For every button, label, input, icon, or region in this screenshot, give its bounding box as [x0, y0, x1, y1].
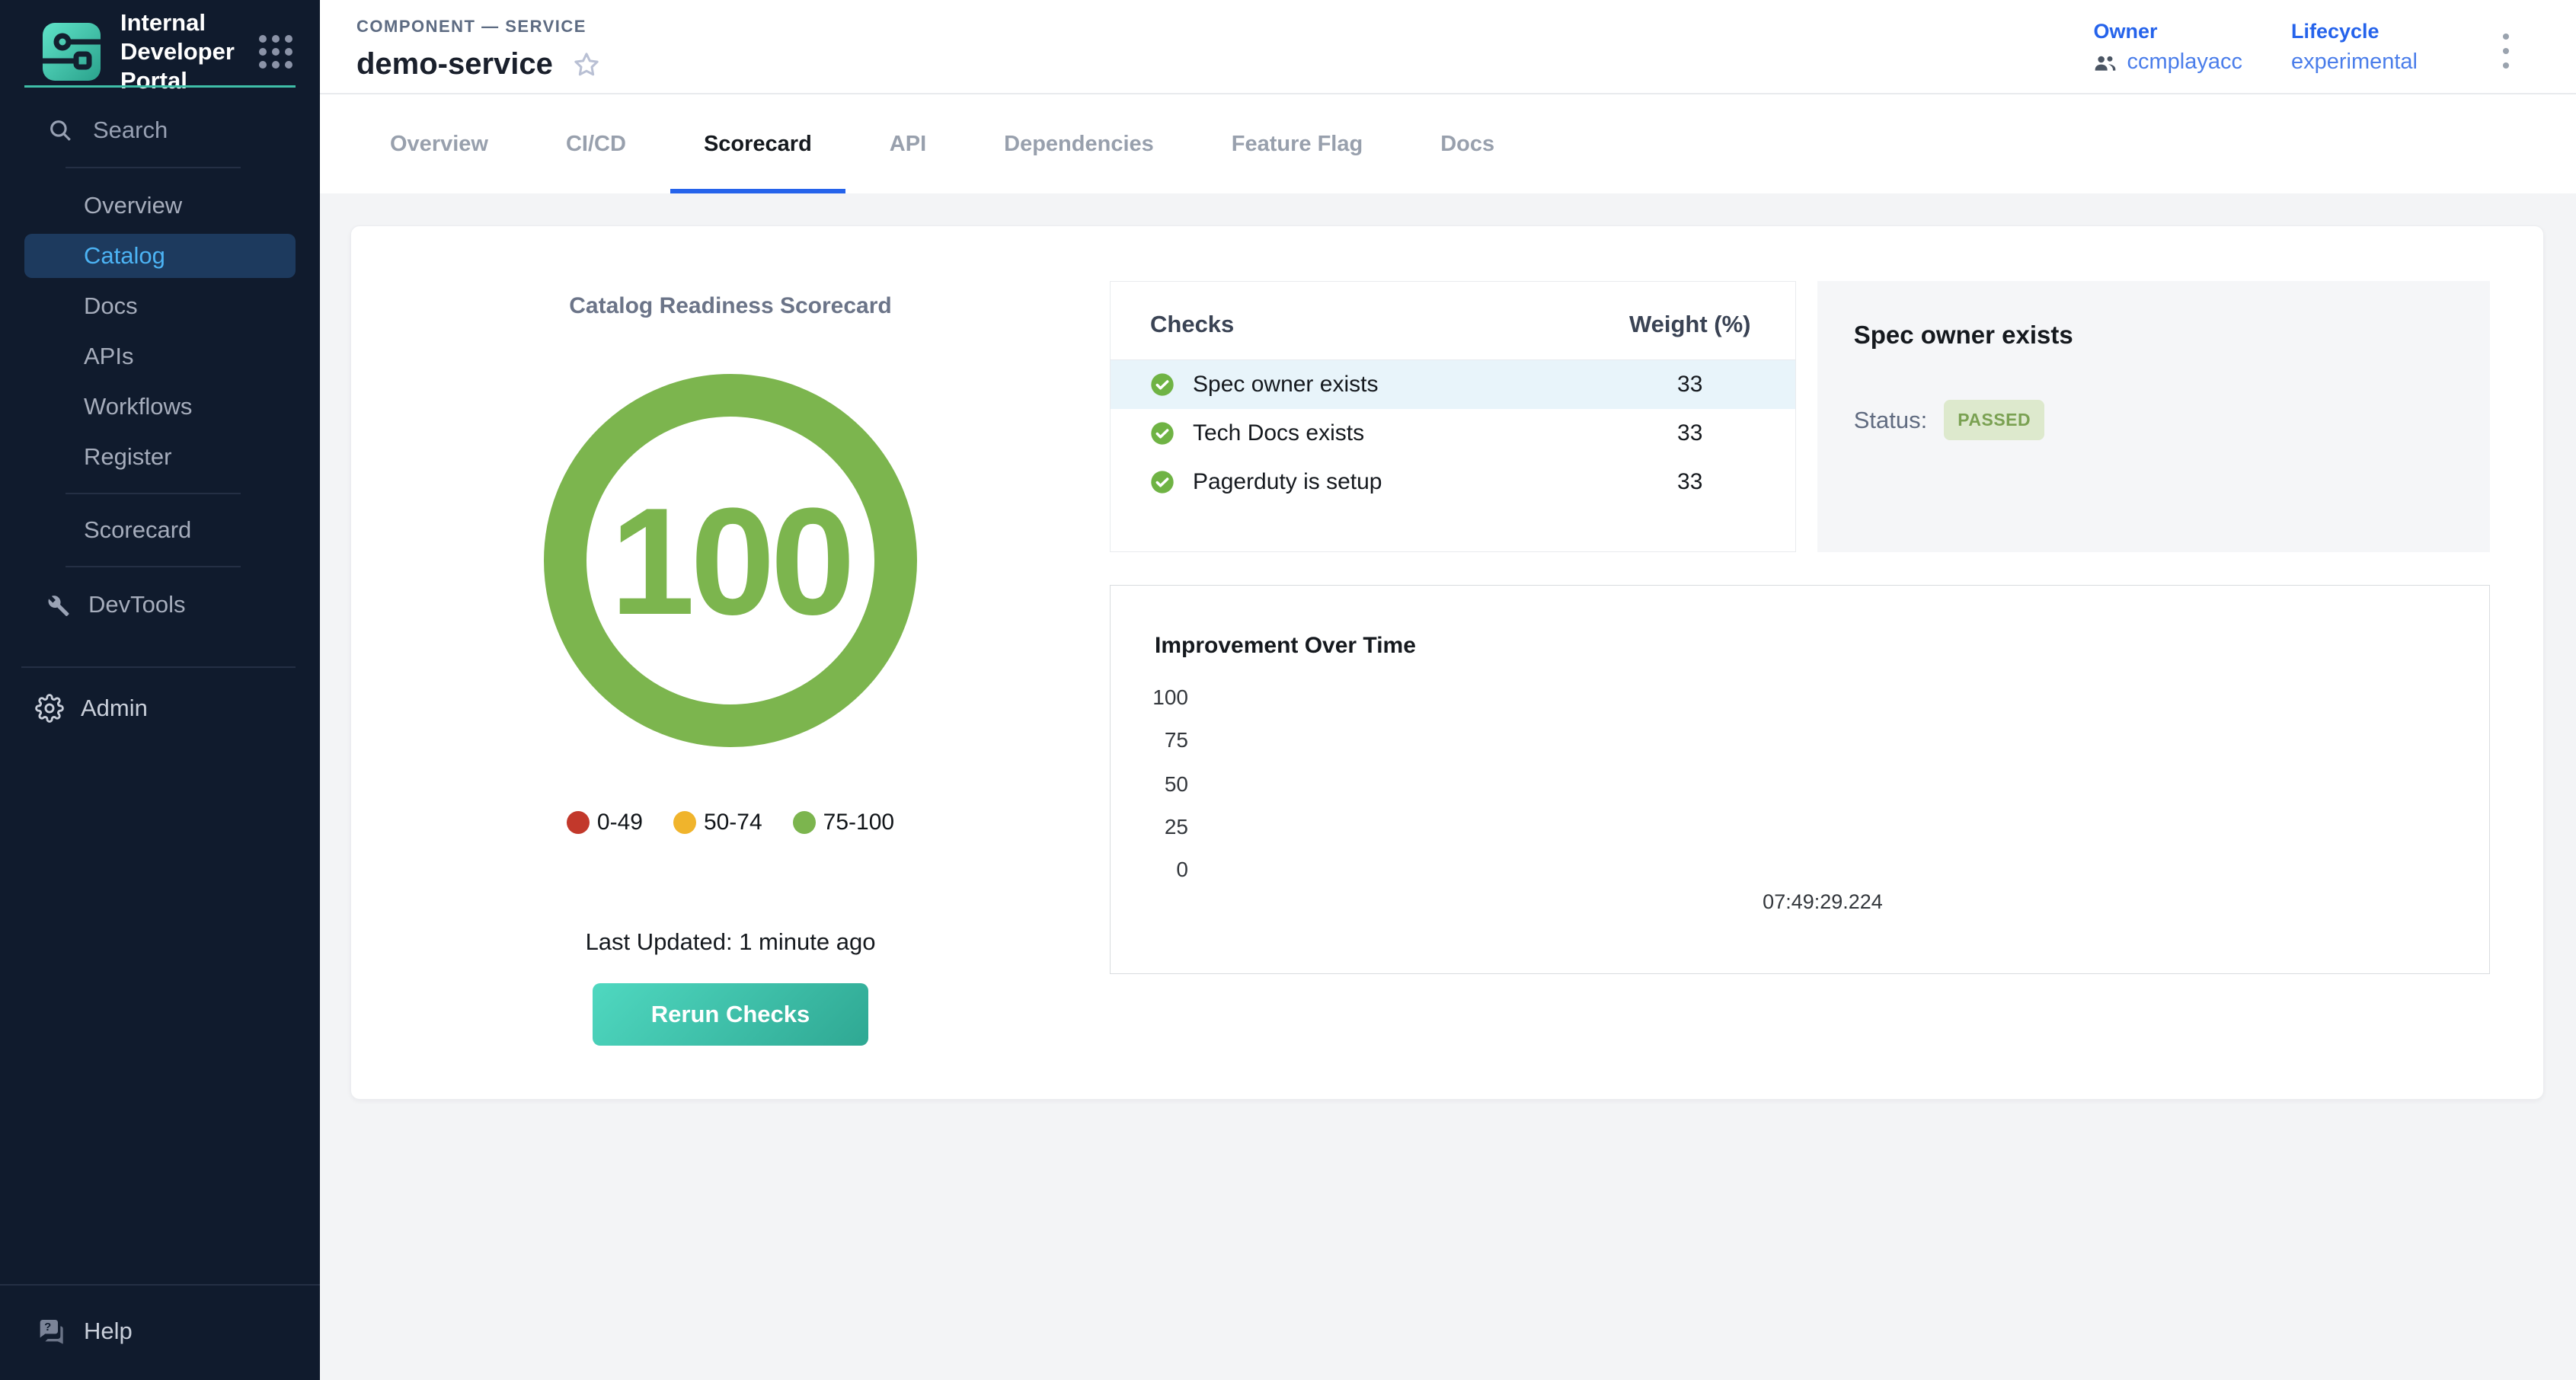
divider: [21, 666, 296, 668]
app-logo: Internal Developer Portal: [0, 0, 320, 81]
tab-feature-flag[interactable]: Feature Flag: [1198, 94, 1396, 193]
owner-block: Owner ccmplayacc: [2093, 20, 2242, 75]
sidebar: Internal Developer Portal Search Overvie…: [0, 0, 320, 1380]
x-tick-timestamp: 07:49:29.224: [1133, 890, 2512, 914]
divider: [66, 566, 241, 567]
wrench-icon: [43, 591, 70, 618]
divider: [66, 493, 241, 494]
sidebar-item-catalog[interactable]: Catalog: [24, 234, 296, 278]
sidebar-nav: Overview Catalog Docs APIs Workflows Reg…: [0, 180, 320, 631]
check-passed-icon: [1150, 421, 1175, 446]
tab-scorecard[interactable]: Scorecard: [670, 94, 845, 193]
scorecard-content: Catalog Readiness Scorecard 100 0-49 50-…: [320, 193, 2576, 1380]
lifecycle-value: experimental: [2291, 50, 2418, 75]
checks-column: Checks Weight (%) Spec owner exists 33: [1110, 281, 2490, 1099]
breadcrumb: COMPONENT — SERVICE: [356, 17, 602, 37]
score-legend: 0-49 50-74 75-100: [567, 810, 894, 835]
score-gauge: 100: [544, 374, 917, 747]
divider: [66, 167, 241, 168]
y-tick-75: 75: [1111, 728, 1188, 752]
score-value: 100: [610, 477, 851, 647]
page-title: demo-service: [356, 47, 553, 81]
legend-dot-yellow: [673, 811, 696, 834]
tab-overview[interactable]: Overview: [356, 94, 522, 193]
checks-table-header: Checks Weight (%): [1111, 282, 1795, 360]
lifecycle-label: Lifecycle: [2291, 20, 2418, 43]
last-updated-text: Last Updated: 1 minute ago: [586, 928, 876, 956]
gauge-column: Catalog Readiness Scorecard 100 0-49 50-…: [351, 226, 1110, 1099]
group-icon: [2093, 50, 2117, 75]
check-row-pagerduty[interactable]: Pagerduty is setup 33: [1111, 458, 1795, 506]
entity-tabs: Overview CI/CD Scorecard API Dependencie…: [320, 94, 2576, 193]
check-detail-title: Spec owner exists: [1854, 321, 2453, 350]
help-chat-icon: ?: [35, 1316, 66, 1346]
sidebar-item-workflows[interactable]: Workflows: [0, 382, 320, 432]
sidebar-item-scorecard[interactable]: Scorecard: [0, 505, 320, 555]
y-tick-100: 100: [1111, 685, 1188, 710]
sidebar-item-overview[interactable]: Overview: [0, 180, 320, 231]
sidebar-item-admin[interactable]: Admin: [0, 694, 320, 723]
sidebar-item-admin-label: Admin: [81, 695, 148, 722]
check-passed-icon: [1150, 372, 1175, 397]
status-badge: PASSED: [1944, 400, 2044, 440]
check-detail-panel: Spec owner exists Status: PASSED: [1817, 281, 2490, 552]
sidebar-search[interactable]: Search: [0, 88, 320, 167]
tab-dependencies[interactable]: Dependencies: [970, 94, 1187, 193]
check-row-spec-owner[interactable]: Spec owner exists 33: [1111, 360, 1795, 409]
search-label: Search: [93, 117, 168, 144]
legend-item-low: 0-49: [567, 810, 643, 835]
legend-item-mid: 50-74: [673, 810, 762, 835]
scorecard-title: Catalog Readiness Scorecard: [569, 293, 892, 319]
main-area: COMPONENT — SERVICE demo-service Owner: [320, 0, 2576, 1380]
app-logo-icon: [43, 23, 101, 81]
tab-cicd[interactable]: CI/CD: [532, 94, 660, 193]
weight-header-label: Weight (%): [1622, 311, 1759, 338]
y-tick-0: 0: [1111, 858, 1188, 882]
legend-dot-green: [793, 811, 816, 834]
owner-value[interactable]: ccmplayacc: [2093, 50, 2242, 75]
status-label: Status:: [1854, 407, 1928, 434]
checks-table: Checks Weight (%) Spec owner exists 33: [1110, 281, 1796, 552]
owner-label: Owner: [2093, 20, 2242, 43]
chart-title: Improvement Over Time: [1155, 633, 1416, 659]
improvement-chart: Improvement Over Time 100 75 50 25 0 07:…: [1110, 585, 2490, 974]
svg-text:?: ?: [44, 1321, 51, 1334]
sidebar-item-docs[interactable]: Docs: [0, 281, 320, 331]
sidebar-help[interactable]: ? Help: [0, 1284, 320, 1380]
sidebar-item-devtools-label: DevTools: [88, 591, 186, 618]
check-row-tech-docs[interactable]: Tech Docs exists 33: [1111, 409, 1795, 458]
tab-docs[interactable]: Docs: [1407, 94, 1528, 193]
scorecard-card: Catalog Readiness Scorecard 100 0-49 50-…: [350, 225, 2544, 1100]
app-title: Internal Developer Portal: [120, 8, 259, 94]
checks-header-label: Checks: [1150, 311, 1234, 338]
tab-api[interactable]: API: [856, 94, 960, 193]
sidebar-help-label: Help: [84, 1318, 133, 1345]
more-options-icon[interactable]: [2497, 27, 2515, 75]
favorite-star-icon[interactable]: [571, 50, 602, 80]
entity-header: COMPONENT — SERVICE demo-service Owner: [320, 0, 2576, 94]
search-icon: [47, 117, 73, 143]
y-tick-25: 25: [1111, 815, 1188, 839]
y-tick-50: 50: [1111, 772, 1188, 797]
apps-grid-icon[interactable]: [259, 35, 292, 69]
gear-icon: [35, 694, 64, 723]
legend-item-high: 75-100: [793, 810, 894, 835]
sidebar-item-devtools[interactable]: DevTools: [0, 578, 320, 631]
legend-dot-red: [567, 811, 590, 834]
sidebar-item-register[interactable]: Register: [0, 432, 320, 482]
rerun-checks-button[interactable]: Rerun Checks: [593, 983, 868, 1046]
sidebar-item-apis[interactable]: APIs: [0, 331, 320, 382]
lifecycle-block: Lifecycle experimental: [2291, 20, 2418, 75]
check-passed-icon: [1150, 470, 1175, 494]
